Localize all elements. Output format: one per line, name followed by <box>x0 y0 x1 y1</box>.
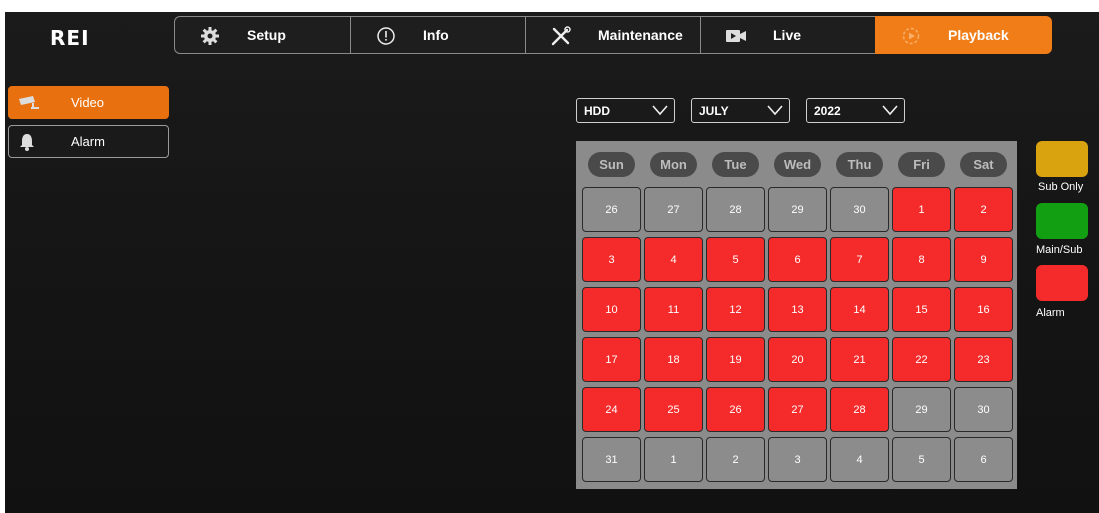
tab-label: Live <box>773 27 802 43</box>
calendar-day[interactable]: 9 <box>954 237 1013 282</box>
bell-icon <box>17 132 39 152</box>
calendar-day[interactable]: 1 <box>644 437 703 482</box>
calendar: Sun Mon Tue Wed Thu Fri Sat 26 27 28 29 30 1 2 3 4 5 6 7 8 9… <box>576 141 1017 489</box>
calendar-day[interactable]: 4 <box>830 437 889 482</box>
calendar-day[interactable]: 16 <box>954 287 1013 332</box>
tab-maintenance[interactable]: Maintenance <box>525 16 701 54</box>
calendar-day[interactable]: 27 <box>644 187 703 232</box>
calendar-day[interactable]: 6 <box>954 437 1013 482</box>
calendar-day[interactable]: 29 <box>768 187 827 232</box>
calendar-day[interactable]: 8 <box>892 237 951 282</box>
weekday-header: Sun <box>588 152 635 177</box>
calendar-day[interactable]: 7 <box>830 237 889 282</box>
tools-icon <box>550 25 572 47</box>
legend-label-main-sub: Main/Sub <box>1036 244 1083 256</box>
calendar-day[interactable]: 13 <box>768 287 827 332</box>
tab-info[interactable]: Info <box>350 16 526 54</box>
storage-select[interactable]: HDD <box>576 98 675 123</box>
calendar-day[interactable]: 1 <box>892 187 951 232</box>
legend-label-sub-only: Sub Only <box>1038 181 1084 193</box>
calendar-day[interactable]: 24 <box>582 387 641 432</box>
tab-playback[interactable]: Playback <box>875 16 1052 54</box>
calendar-day[interactable]: 5 <box>706 237 765 282</box>
sidebar-item-alarm[interactable]: Alarm <box>8 125 169 158</box>
playback-icon <box>900 25 922 47</box>
calendar-day[interactable]: 5 <box>892 437 951 482</box>
calendar-day[interactable]: 4 <box>644 237 703 282</box>
calendar-day[interactable]: 21 <box>830 337 889 382</box>
calendar-day[interactable]: 28 <box>706 187 765 232</box>
calendar-day[interactable]: 3 <box>768 437 827 482</box>
calendar-day[interactable]: 2 <box>954 187 1013 232</box>
tab-live[interactable]: Live <box>700 16 876 54</box>
legend-swatch-sub-only <box>1036 141 1088 177</box>
calendar-day[interactable]: 30 <box>954 387 1013 432</box>
calendar-day[interactable]: 25 <box>644 387 703 432</box>
legend-swatch-alarm <box>1036 265 1088 301</box>
calendar-day[interactable]: 14 <box>830 287 889 332</box>
calendar-day[interactable]: 20 <box>768 337 827 382</box>
calendar-day[interactable]: 23 <box>954 337 1013 382</box>
tab-setup[interactable]: Setup <box>174 16 351 54</box>
main-nav: Setup Info Maintenance Live Playback <box>174 16 1052 56</box>
chevron-down-icon <box>767 105 783 116</box>
calendar-day[interactable]: 18 <box>644 337 703 382</box>
month-select-value: JULY <box>699 104 729 118</box>
sidebar-item-video[interactable]: Video <box>8 86 169 119</box>
calendar-day[interactable]: 10 <box>582 287 641 332</box>
weekday-header: Sat <box>960 152 1007 177</box>
calendar-day[interactable]: 28 <box>830 387 889 432</box>
weekday-header: Thu <box>836 152 883 177</box>
calendar-day[interactable]: 29 <box>892 387 951 432</box>
tab-label: Setup <box>247 27 286 43</box>
calendar-day[interactable]: 26 <box>706 387 765 432</box>
weekday-header: Wed <box>774 152 821 177</box>
legend-swatch-main-sub <box>1036 203 1088 239</box>
calendar-day[interactable]: 11 <box>644 287 703 332</box>
rei-logo: REI <box>50 26 90 50</box>
calendar-day[interactable]: 27 <box>768 387 827 432</box>
legend-label-alarm: Alarm <box>1036 307 1065 319</box>
calendar-day[interactable]: 22 <box>892 337 951 382</box>
calendar-day[interactable]: 19 <box>706 337 765 382</box>
calendar-day[interactable]: 30 <box>830 187 889 232</box>
tab-label: Info <box>423 27 449 43</box>
calendar-day[interactable]: 26 <box>582 187 641 232</box>
chevron-down-icon <box>652 105 668 116</box>
weekday-header: Mon <box>650 152 697 177</box>
tab-label: Playback <box>948 27 1009 43</box>
year-select-value: 2022 <box>814 104 841 118</box>
top-cropped-strip <box>0 0 1099 12</box>
chevron-down-icon <box>882 105 898 116</box>
weekday-header: Tue <box>712 152 759 177</box>
sidebar: Video Alarm <box>8 86 169 164</box>
calendar-day[interactable]: 3 <box>582 237 641 282</box>
calendar-day[interactable]: 12 <box>706 287 765 332</box>
info-icon <box>375 25 397 47</box>
year-select[interactable]: 2022 <box>806 98 905 123</box>
calendar-day[interactable]: 15 <box>892 287 951 332</box>
gear-icon <box>199 25 221 47</box>
calendar-day[interactable]: 2 <box>706 437 765 482</box>
cctv-camera-icon <box>17 93 39 113</box>
camera-icon <box>725 25 747 47</box>
sidebar-item-label: Video <box>71 95 105 110</box>
month-select[interactable]: JULY <box>691 98 790 123</box>
storage-select-value: HDD <box>584 104 610 118</box>
sidebar-item-label: Alarm <box>71 134 105 149</box>
weekday-header: Fri <box>898 152 945 177</box>
tab-label: Maintenance <box>598 27 683 43</box>
calendar-day[interactable]: 17 <box>582 337 641 382</box>
calendar-day[interactable]: 6 <box>768 237 827 282</box>
calendar-day[interactable]: 31 <box>582 437 641 482</box>
